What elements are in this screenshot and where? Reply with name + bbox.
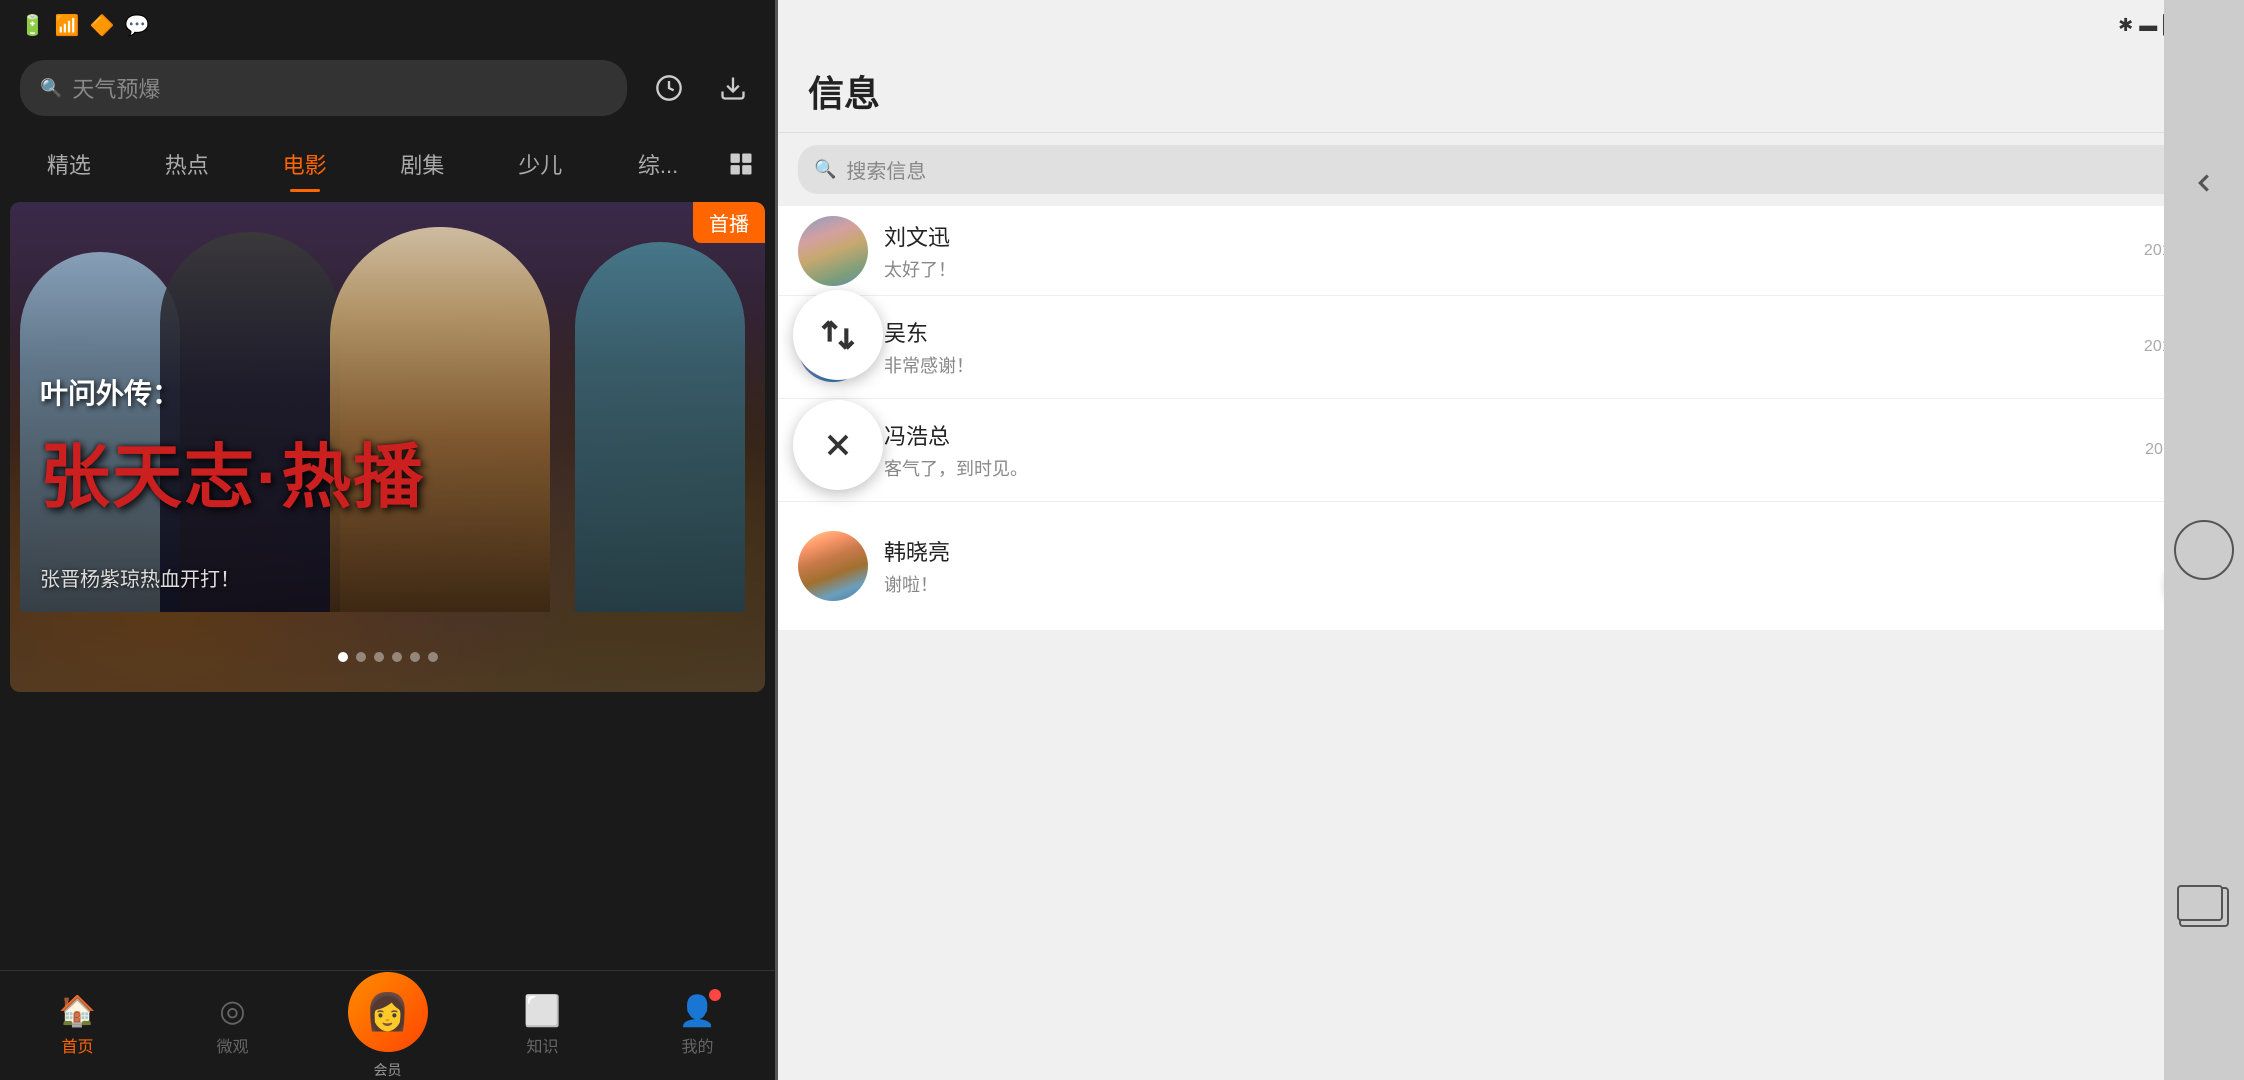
tab-juji[interactable]: 剧集 <box>363 136 481 192</box>
msg-sender-2: 吴东 <box>884 316 2128 348</box>
tab-shaoer[interactable]: 少儿 <box>481 136 599 192</box>
carrier-icon: 🔶 <box>90 13 115 38</box>
nav-back-button[interactable] <box>2174 153 2234 213</box>
dot-6 <box>428 652 438 662</box>
msg-preview-1: 太好了！ <box>884 256 2128 282</box>
grid-view-icon[interactable] <box>717 140 765 188</box>
message-item-3[interactable]: 冯浩总 客气了，到时见。 2017/12/11 <box>778 399 2244 502</box>
msg-content-4: 韩晓亮 谢啦！ <box>884 535 2148 597</box>
search-messages-area: 🔍 搜索信息 <box>778 133 2244 206</box>
hero-title-cn: 张天志·热播 <box>40 442 425 512</box>
hero-banner[interactable]: 首播 叶问外传： 张天志·热播 张晋杨紫琼热血开打！ <box>10 202 765 692</box>
msg-content-3: 冯浩总 客气了，到时见。 <box>884 419 2129 481</box>
close-context-button[interactable] <box>793 400 883 490</box>
zhishi-icon: ⬜ <box>524 994 561 1029</box>
nav-recents-button[interactable] <box>2179 887 2229 927</box>
msg-sender-3: 冯浩总 <box>884 419 2129 451</box>
nav-mine-label: 我的 <box>681 1033 713 1057</box>
dot-1 <box>338 652 348 662</box>
message-item-2[interactable]: 吴东 非常感谢！ 2017/12/13 <box>778 296 2244 399</box>
message-item-1[interactable]: 刘文迅 太好了！ 2017/12/20 <box>778 206 2244 296</box>
msg-preview-2: 非常感谢！ <box>884 352 2128 378</box>
search-area: 🔍 天气预爆 <box>0 50 775 126</box>
dot-4 <box>392 652 402 662</box>
bottom-nav: 🏠 首页 ◎ 微观 👩 会员 ⬜ 知识 👤 我的 <box>0 970 775 1080</box>
vip-button[interactable]: 👩 <box>348 972 428 1052</box>
nav-mine[interactable]: 👤 我的 <box>620 994 775 1057</box>
message-list: 刘文迅 太好了！ 2017/12/20 吴东 非常感谢！ 2017/12/13 … <box>778 206 2244 1080</box>
search-messages-icon: 🔍 <box>814 159 836 180</box>
status-bar-right: ✱ ▬ ▊ 9:10 <box>778 0 2244 50</box>
hero-badge: 首播 <box>693 202 765 243</box>
search-input-placeholder: 天气预爆 <box>72 72 160 104</box>
avatar-liuwenxun <box>798 216 868 286</box>
tab-jingxuan[interactable]: 精选 <box>10 136 128 192</box>
weiguan-icon: ◎ <box>219 994 245 1029</box>
dot-3 <box>374 652 384 662</box>
nav-home-button[interactable] <box>2174 520 2234 580</box>
messages-panel: ✱ ▬ ▊ 9:10 信息 ⋮ 🔍 搜索信息 刘文迅 太好了！ 2017/12/… <box>778 0 2244 1080</box>
banner-dots <box>338 652 438 662</box>
bluetooth-icon: ✱ <box>2118 15 2133 36</box>
nav-center[interactable]: 👩 会员 <box>310 972 465 1080</box>
nav-vip-label: 会员 <box>374 1060 402 1080</box>
wifi-icon: 📶 <box>55 13 80 38</box>
hero-subtitle: 张晋杨紫琼热血开打！ <box>40 563 240 592</box>
search-messages-placeholder: 搜索信息 <box>846 155 926 184</box>
history-icon[interactable] <box>647 66 691 110</box>
nav-home[interactable]: 🏠 首页 <box>0 994 155 1057</box>
dot-2 <box>356 652 366 662</box>
search-actions <box>647 66 755 110</box>
video-app-panel: 🔋 📶 🔶 💬 🔍 天气预爆 <box>0 0 775 1080</box>
avatar-hanxiaoliang <box>798 531 868 601</box>
nav-zhishi-label: 知识 <box>526 1033 558 1057</box>
tab-zong[interactable]: 综... <box>599 136 717 192</box>
download-icon[interactable] <box>711 66 755 110</box>
hero-title-top: 叶问外传： <box>40 372 180 412</box>
android-nav-bar <box>2164 0 2244 1080</box>
msg-content-2: 吴东 非常感谢！ <box>884 316 2128 378</box>
search-icon: 🔍 <box>40 78 62 99</box>
status-bar-left: 🔋 📶 🔶 💬 <box>0 0 775 50</box>
dot-5 <box>410 652 420 662</box>
nav-home-label: 首页 <box>61 1033 93 1057</box>
messages-title: 信息 <box>808 65 880 117</box>
search-messages-box[interactable]: 🔍 搜索信息 <box>798 145 2224 194</box>
msg-preview-3: 客气了，到时见。 <box>884 455 2129 481</box>
tab-dianying[interactable]: 电影 <box>246 136 364 192</box>
home-icon: 🏠 <box>59 994 96 1029</box>
msg-sender-4: 韩晓亮 <box>884 535 2148 567</box>
message-item-4[interactable]: 韩晓亮 谢啦！ 2 + <box>778 502 2244 631</box>
nav-zhishi[interactable]: ⬜ 知识 <box>465 994 620 1057</box>
msg-sender-1: 刘文迅 <box>884 220 2128 252</box>
messages-header: 信息 ⋮ <box>778 50 2244 133</box>
mine-icon: 👤 <box>679 994 716 1029</box>
swap-context-button[interactable] <box>793 290 883 380</box>
nav-weiguan[interactable]: ◎ 微观 <box>155 994 310 1057</box>
msg-content-1: 刘文迅 太好了！ <box>884 220 2128 282</box>
message-icon: 💬 <box>125 13 150 38</box>
nav-weiguan-label: 微观 <box>216 1033 248 1057</box>
tab-redian[interactable]: 热点 <box>128 136 246 192</box>
search-box[interactable]: 🔍 天气预爆 <box>20 60 627 116</box>
battery-icon: 🔋 <box>20 13 45 38</box>
nav-tabs: 精选 热点 电影 剧集 少儿 综... <box>0 126 775 192</box>
msg-preview-4: 谢啦！ <box>884 571 2148 597</box>
battery-status: ▬ <box>2139 15 2157 36</box>
